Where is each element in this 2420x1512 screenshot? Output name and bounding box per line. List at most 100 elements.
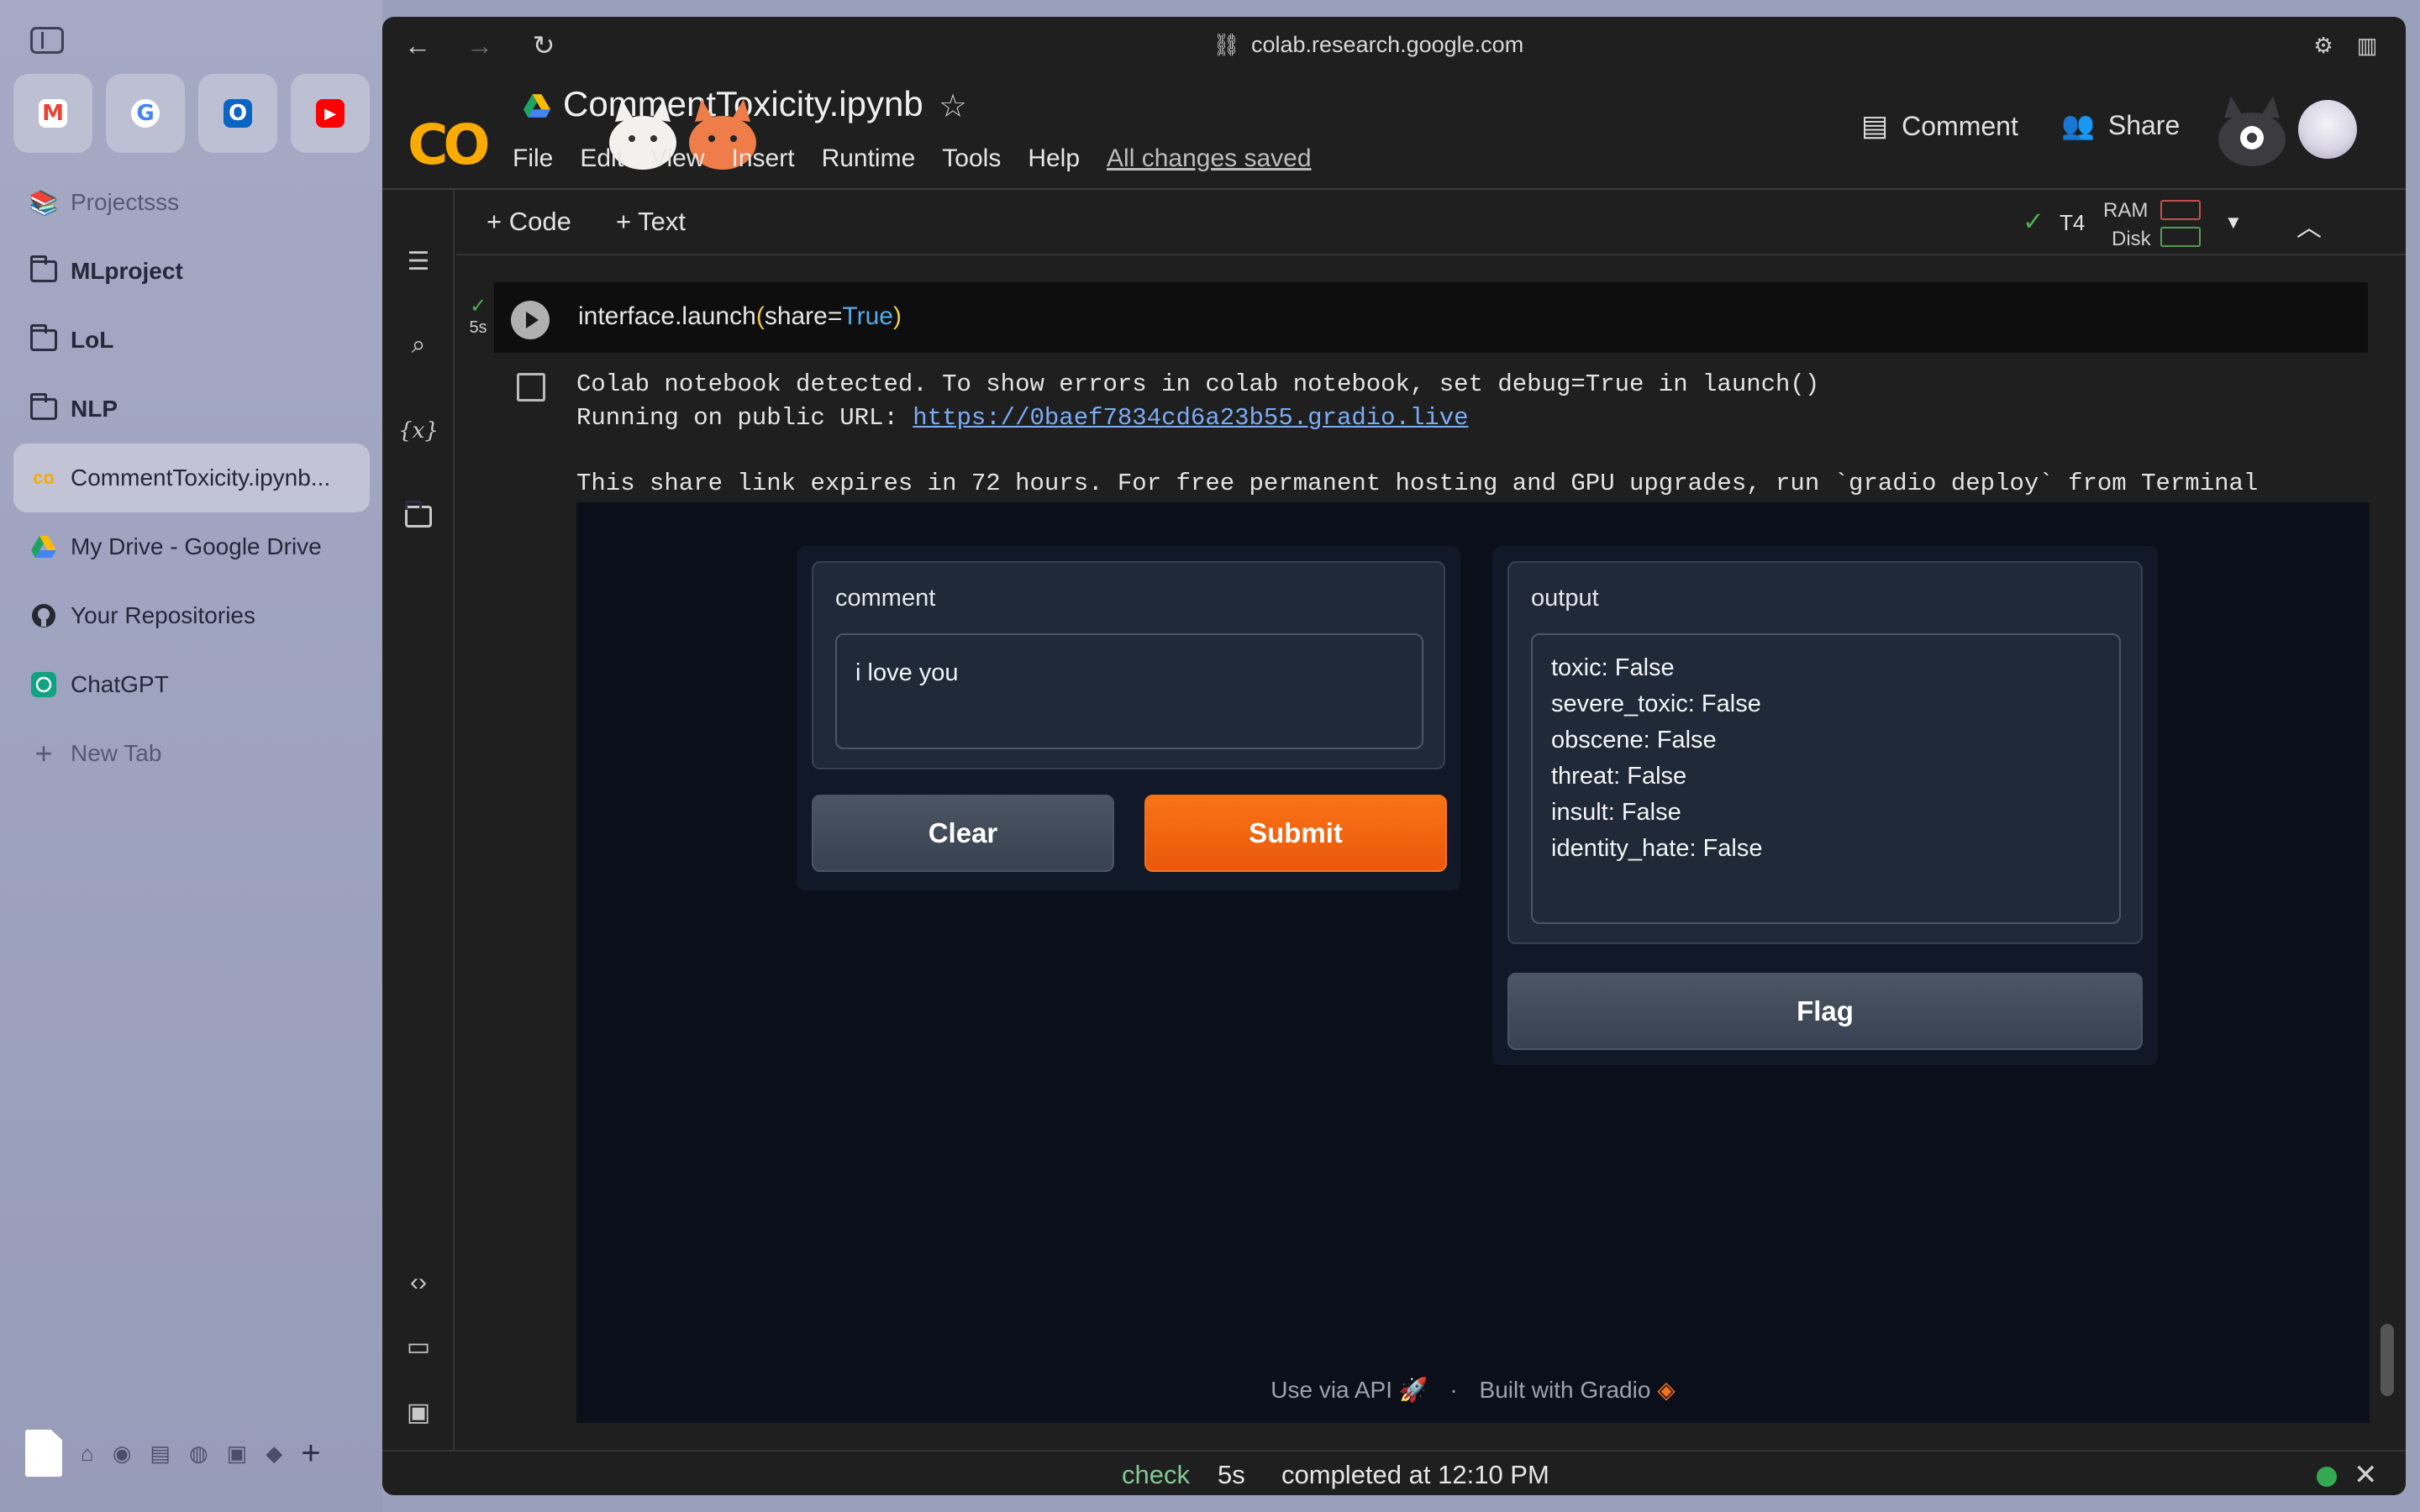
files-icon[interactable] xyxy=(399,497,438,536)
outlook-icon: O xyxy=(224,99,252,128)
sidebar-item-my-drive[interactable]: My Drive - Google Drive xyxy=(13,512,370,581)
menu-help[interactable]: Help xyxy=(1028,144,1080,173)
menu-view[interactable]: View xyxy=(650,144,704,173)
output-icon[interactable] xyxy=(517,373,545,402)
archive-icon[interactable]: ⌂ xyxy=(81,1441,94,1467)
clear-button[interactable]: Clear xyxy=(812,795,1114,872)
menu-file[interactable]: File xyxy=(513,144,553,173)
sidebar-item-nlp[interactable]: NLP xyxy=(13,375,370,444)
left-rail: ☰ ⌕ {x} ‹› ▭ ▣ xyxy=(382,190,455,1467)
sidebar-toggle-icon[interactable] xyxy=(30,27,64,54)
code-line[interactable]: interface.launch(share=True) xyxy=(578,302,902,331)
runtime-type[interactable]: T4 xyxy=(2060,210,2085,236)
books-space-icon[interactable]: ▤ xyxy=(150,1441,171,1467)
sidebar-item-projectsss[interactable]: 📚 Projectsss xyxy=(13,168,370,237)
search-icon[interactable]: ⌕ xyxy=(399,326,438,365)
back-arrow-icon[interactable]: ← xyxy=(401,29,434,62)
variables-icon[interactable]: {x} xyxy=(398,412,439,450)
image-icon[interactable]: ▣ xyxy=(227,1441,248,1467)
output-block: output toxic: False severe_toxic: False … xyxy=(1507,561,2143,944)
sidebar-item-label: Your Repositories xyxy=(71,602,255,628)
colab-logo[interactable]: CO xyxy=(408,113,491,177)
ram-usage-bar[interactable] xyxy=(2160,200,2201,220)
sidebar-item-commenttoxicity[interactable]: co CommentToxicity.ipynb... xyxy=(13,444,370,512)
comment-label: comment xyxy=(835,585,936,612)
black-cat-sticker xyxy=(2218,96,2286,166)
add-code-button[interactable]: + Code xyxy=(487,207,571,237)
command-palette-icon[interactable]: ▭ xyxy=(399,1327,438,1366)
output-url-prefix: Running on public URL: xyxy=(576,404,913,432)
connection-status-icon xyxy=(2317,1467,2337,1487)
status-check[interactable]: check xyxy=(1122,1460,1190,1490)
menu-edit[interactable]: Edit xyxy=(580,144,623,173)
link-icon: ⛓ xyxy=(1213,32,1241,57)
menu-runtime[interactable]: Runtime xyxy=(822,144,916,173)
add-text-button[interactable]: + Text xyxy=(616,207,686,237)
flag-button[interactable]: Flag xyxy=(1507,973,2143,1050)
extensions-icon[interactable]: ⚙ xyxy=(2307,29,2340,62)
connected-check-icon: ✓ xyxy=(2023,207,2044,236)
star-icon[interactable]: ☆ xyxy=(939,87,967,125)
use-via-api-link[interactable]: Use via API xyxy=(1270,1377,1392,1403)
scrollbar-thumb[interactable] xyxy=(2381,1324,2394,1396)
add-space-icon[interactable]: + xyxy=(301,1435,320,1473)
split-view-icon[interactable]: ▥ xyxy=(2350,29,2384,62)
built-with-gradio-link[interactable]: Built with Gradio xyxy=(1480,1377,1651,1403)
favorite-outlook[interactable]: O xyxy=(198,74,277,153)
sidebar-item-mlproject[interactable]: MLproject xyxy=(13,237,370,306)
sidebar-item-chatgpt[interactable]: ChatGPT xyxy=(13,650,370,719)
menu-insert[interactable]: Insert xyxy=(732,144,795,173)
resources-dropdown-icon[interactable]: ▼ xyxy=(2224,212,2243,234)
share-button[interactable]: 👥 Share xyxy=(2061,109,2180,141)
output-line: obscene: False xyxy=(1551,727,1717,753)
user-avatar[interactable] xyxy=(2298,100,2357,159)
sidebar-item-your-repositories[interactable]: Your Repositories xyxy=(13,581,370,650)
gradio-logo-icon: ◈ xyxy=(1657,1377,1676,1403)
output-textbox[interactable]: toxic: False severe_toxic: False obscene… xyxy=(1531,633,2121,924)
folder-icon xyxy=(29,324,59,353)
drive-icon xyxy=(29,534,59,559)
output-line: identity_hate: False xyxy=(1551,835,1763,862)
save-status[interactable]: All changes saved xyxy=(1107,144,1312,173)
sidebar-item-label: ChatGPT xyxy=(71,671,169,697)
bag-icon[interactable]: ◍ xyxy=(189,1441,208,1467)
code-snippets-icon[interactable]: ‹› xyxy=(399,1263,438,1302)
rocket-icon: 🚀 xyxy=(1398,1377,1428,1403)
favorite-google[interactable]: G xyxy=(106,74,185,153)
check-icon: ✓ xyxy=(469,295,487,318)
code-cell[interactable]: interface.launch(share=True) xyxy=(494,282,2368,353)
forward-arrow-icon[interactable]: → xyxy=(463,29,497,62)
status-time: 5s xyxy=(1218,1460,1245,1489)
table-of-contents-icon[interactable]: ☰ xyxy=(399,242,438,281)
url-text[interactable]: colab.research.google.com xyxy=(1251,32,1523,58)
close-icon[interactable]: ✕ xyxy=(2354,1458,2378,1492)
reload-icon[interactable]: ↻ xyxy=(527,29,560,62)
sidebar-item-lol[interactable]: LoL xyxy=(13,306,370,375)
code-value: True xyxy=(842,302,893,330)
browser-window: ← → ↻ ⛓ colab.research.google.com ⚙ ▥ CO… xyxy=(382,17,2406,1495)
collapse-up-icon[interactable]: ︿ xyxy=(2296,207,2322,244)
colab-header: CO CommentToxicity.ipynb ☆ File Edit Vie… xyxy=(382,72,2406,190)
submit-button[interactable]: Submit xyxy=(1144,795,1447,872)
document-icon[interactable] xyxy=(25,1430,62,1477)
disk-usage-bar[interactable] xyxy=(2160,227,2201,247)
drive-icon xyxy=(523,94,550,118)
space-icon[interactable]: ◉ xyxy=(113,1441,132,1467)
menu-tools[interactable]: Tools xyxy=(942,144,1001,173)
terminal-icon[interactable]: ▣ xyxy=(399,1393,438,1431)
output-label: output xyxy=(1531,585,1599,612)
favorite-youtube[interactable]: ▶ xyxy=(291,74,370,153)
run-cell-button[interactable] xyxy=(511,301,550,339)
comment-button[interactable]: ▤ Comment xyxy=(1861,109,2018,143)
input-panel: comment i love you Clear Submit xyxy=(797,546,1460,890)
tag-icon[interactable]: ◆ xyxy=(266,1441,282,1467)
github-icon xyxy=(29,603,59,628)
output-panel: output toxic: False severe_toxic: False … xyxy=(1492,546,2158,1065)
ram-label: RAM xyxy=(2103,199,2149,222)
colab-icon: co xyxy=(33,467,55,488)
code-arg: share= xyxy=(764,302,843,330)
favorite-gmail[interactable]: M xyxy=(13,74,92,153)
public-url-link[interactable]: https://0baef7834cd6a23b55.gradio.live xyxy=(913,404,1468,432)
sidebar-item-new-tab[interactable]: + New Tab xyxy=(13,719,370,788)
comment-input[interactable]: i love you xyxy=(835,633,1423,749)
